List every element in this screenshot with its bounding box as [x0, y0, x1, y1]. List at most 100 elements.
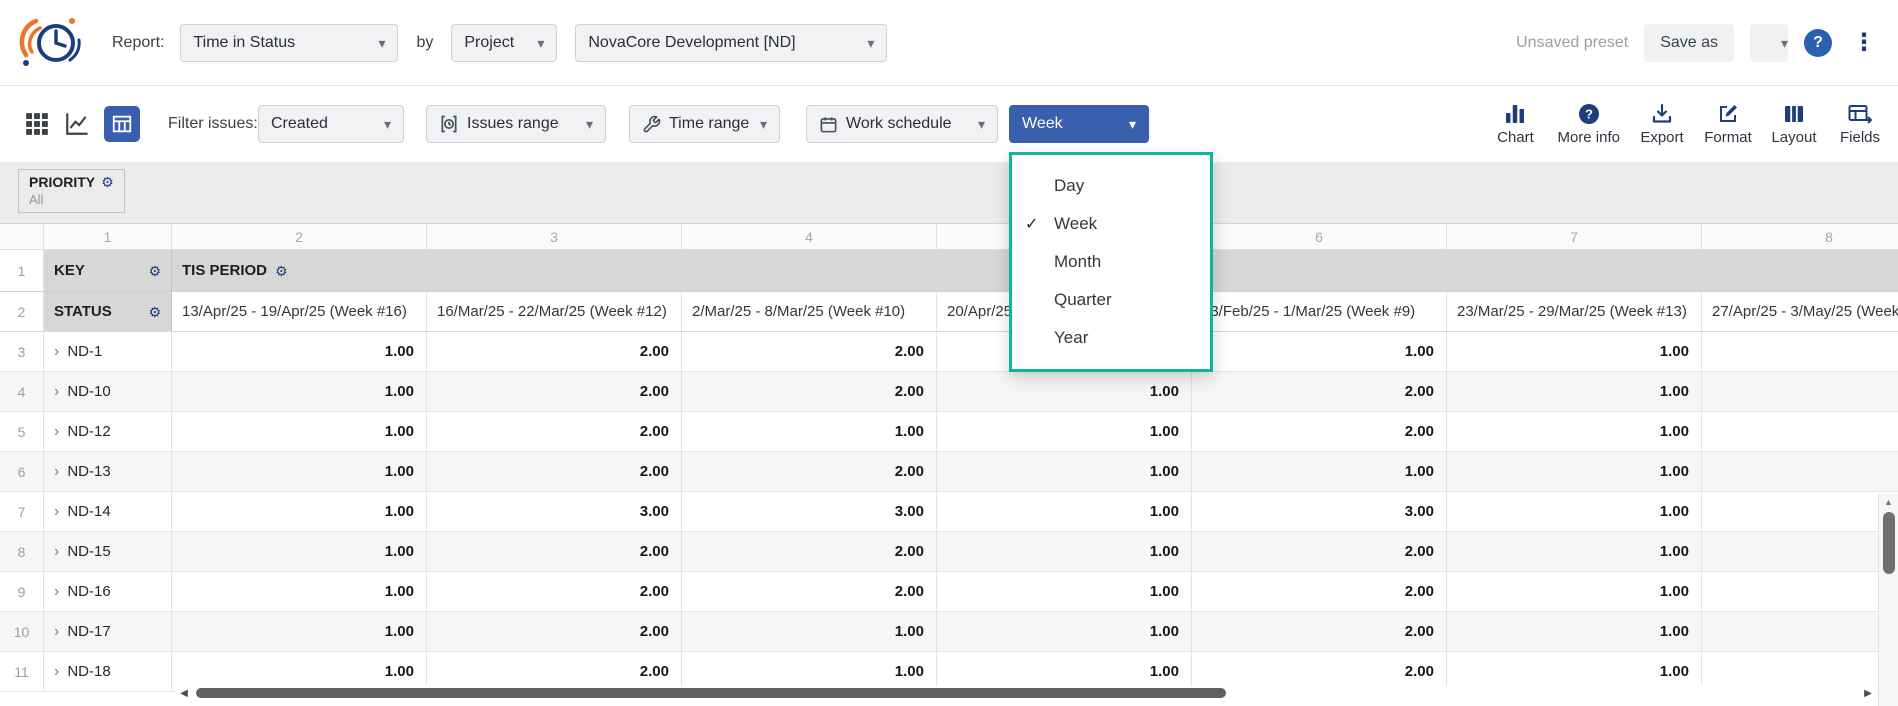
expand-chevron-icon[interactable]: ›	[54, 383, 59, 401]
priority-band: PRIORITY ⚙ All	[0, 162, 1898, 224]
gear-icon[interactable]: ⚙	[275, 264, 288, 278]
layout-button[interactable]: Layout	[1770, 102, 1818, 146]
help-button[interactable]: ?	[1804, 29, 1832, 57]
scroll-up-arrow[interactable]: ▲	[1879, 494, 1898, 510]
issue-key-cell[interactable]: ›ND-1	[44, 332, 172, 371]
created-filter-select[interactable]: Created ▾	[258, 105, 404, 143]
issue-key-label: ND-12	[67, 423, 110, 440]
chevron-down-icon: ▾	[537, 36, 544, 50]
chevron-down-icon: ▾	[586, 117, 593, 131]
issues-range-select[interactable]: Issues range ▾	[426, 105, 606, 143]
time-range-label: Time range	[669, 115, 752, 133]
format-button[interactable]: Format	[1704, 102, 1752, 146]
priority-filter-box[interactable]: PRIORITY ⚙ All	[18, 169, 125, 213]
group-by-select[interactable]: Project ▾	[451, 24, 557, 62]
date-column-header: 2/Mar/25 - 8/Mar/25 (Week #10)	[682, 292, 937, 331]
table-row: 4›ND-101.002.002.001.002.001.00	[0, 372, 1898, 412]
work-schedule-select[interactable]: Work schedule ▾	[806, 105, 998, 143]
header-right-group: Unsaved preset Save as ▾ ? ⋮	[1516, 24, 1880, 62]
chart-view-button[interactable]	[64, 111, 90, 137]
menu-item-year[interactable]: Year	[1012, 319, 1210, 357]
expand-chevron-icon[interactable]: ›	[54, 463, 59, 481]
column-number: 4	[682, 224, 937, 249]
value-cell: 1.00	[1447, 372, 1702, 411]
action-label: More info	[1557, 129, 1620, 146]
kebab-menu-button[interactable]: ⋮	[1848, 31, 1880, 55]
issue-key-cell[interactable]: › ND-12	[44, 412, 172, 451]
calendar-icon	[819, 115, 838, 134]
value-cell: 1.00	[682, 412, 937, 451]
expand-chevron-icon[interactable]: ›	[54, 543, 59, 561]
toolbar: Filter issues: Created ▾ Issues range ▾ …	[0, 86, 1898, 162]
fields-button[interactable]: Fields	[1836, 102, 1884, 146]
menu-item-month[interactable]: Month	[1012, 243, 1210, 281]
priority-label: PRIORITY	[29, 174, 95, 190]
horizontal-scrollbar[interactable]: ◀ ▶	[176, 686, 1876, 700]
value-cell: 2.00	[682, 332, 937, 371]
by-label: by	[416, 34, 433, 52]
menu-item-day[interactable]: Day	[1012, 167, 1210, 205]
table-view-button-selected[interactable]	[104, 106, 140, 142]
export-button[interactable]: Export	[1638, 102, 1686, 146]
period-dropdown-menu: Day ✓ Week Month Quarter Year	[1009, 152, 1213, 372]
time-range-select[interactable]: Time range ▾	[629, 105, 780, 143]
issue-key-cell[interactable]: ›ND-10	[44, 372, 172, 411]
group-by-value: Project	[464, 34, 529, 52]
project-select[interactable]: NovaCore Development [ND] ▾	[575, 24, 887, 62]
horizontal-scroll-thumb[interactable]	[196, 688, 1226, 698]
value-cell: 1.00	[682, 612, 937, 651]
expand-chevron-icon[interactable]: ›	[54, 343, 59, 361]
row-number-cell: 6	[0, 452, 44, 491]
menu-item-label: Month	[1054, 252, 1101, 272]
action-label: Chart	[1497, 129, 1534, 146]
period-select-open[interactable]: Week ▾	[1009, 105, 1149, 143]
issue-key-cell[interactable]: ›ND-16	[44, 572, 172, 611]
menu-item-quarter[interactable]: Quarter	[1012, 281, 1210, 319]
issue-key-cell[interactable]: ›ND-14	[44, 492, 172, 531]
column-number-stub	[0, 224, 44, 249]
table-icon	[111, 113, 133, 135]
report-type-select[interactable]: Time in Status ▾	[180, 24, 398, 62]
pivot-header-row-2: 2 STATUS ⚙ 13/Apr/25 - 19/Apr/25 (Week #…	[0, 292, 1898, 332]
table-row: 9›ND-161.002.002.001.002.001.00	[0, 572, 1898, 612]
save-as-caret-button[interactable]: ▾	[1750, 24, 1788, 62]
view-toggle-group	[24, 106, 140, 142]
download-icon	[1650, 102, 1674, 126]
gear-icon[interactable]: ⚙	[101, 175, 114, 189]
scroll-right-arrow[interactable]: ▶	[1860, 688, 1876, 699]
wrench-icon	[642, 115, 661, 134]
gear-icon[interactable]: ⚙	[148, 264, 161, 278]
expand-chevron-icon[interactable]: ›	[54, 583, 59, 601]
issue-key-cell[interactable]: ›ND-18	[44, 652, 172, 691]
save-as-button[interactable]: Save as	[1644, 24, 1734, 62]
expand-chevron-icon[interactable]: ›	[54, 663, 59, 681]
value-cell: 2.00	[427, 372, 682, 411]
more-info-button[interactable]: ? More info	[1557, 102, 1620, 146]
expand-chevron-icon[interactable]: ›	[54, 503, 59, 521]
value-cell: 1.00	[1192, 452, 1447, 491]
issue-key-cell[interactable]: ›ND-17	[44, 612, 172, 651]
expand-chevron-icon[interactable]: ›	[54, 623, 59, 641]
expand-chevron-icon[interactable]: ›	[54, 423, 59, 441]
vertical-scroll-thumb[interactable]	[1883, 512, 1895, 574]
date-column-header: 27/Apr/25 - 3/May/25 (Week #18)	[1702, 292, 1898, 331]
value-cell: 2.00	[1192, 612, 1447, 651]
issues-range-label: Issues range	[467, 115, 578, 133]
chart-action-button[interactable]: Chart	[1491, 102, 1539, 146]
row-number-cell: 4	[0, 372, 44, 411]
value-cell	[1702, 612, 1898, 651]
value-cell: 1.00	[172, 332, 427, 371]
row-number-cell: 1	[0, 250, 44, 291]
table-row: 5›ND-121.002.001.001.002.001.00	[0, 412, 1898, 452]
value-cell: 2.00	[1192, 532, 1447, 571]
issue-key-cell[interactable]: ›ND-13	[44, 452, 172, 491]
gear-icon[interactable]: ⚙	[148, 305, 161, 319]
menu-item-week[interactable]: ✓ Week	[1012, 205, 1210, 243]
issue-key-cell[interactable]: ›ND-15	[44, 532, 172, 571]
vertical-scrollbar[interactable]: ▲ ▼	[1878, 494, 1898, 706]
grid-view-button[interactable]	[24, 111, 50, 137]
value-cell: 2.00	[1192, 412, 1447, 451]
chevron-down-icon: ▾	[867, 36, 874, 50]
value-cell: 1.00	[1192, 332, 1447, 371]
scroll-left-arrow[interactable]: ◀	[176, 688, 192, 699]
